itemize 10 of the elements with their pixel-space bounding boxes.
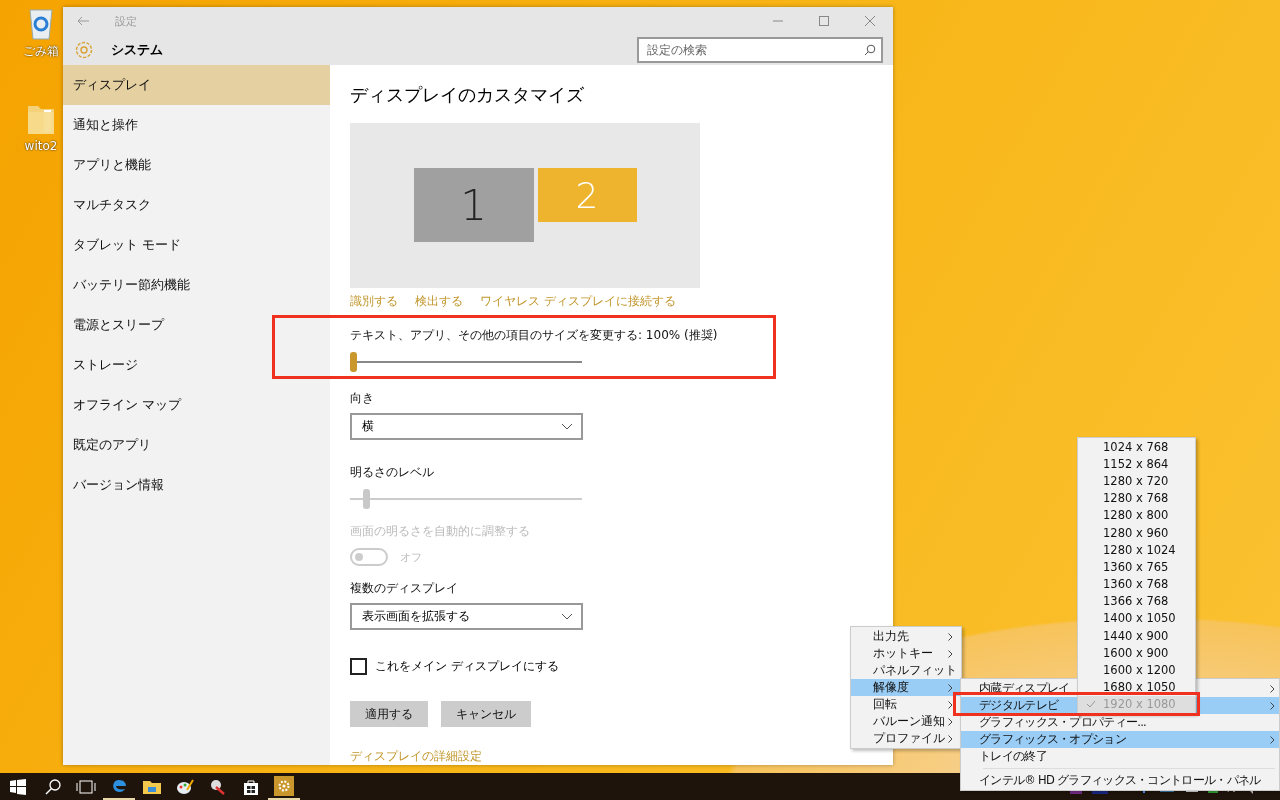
toggle-state: オフ <box>400 549 422 565</box>
checkbox-label: これをメイン ディスプレイにする <box>375 658 559 675</box>
setting-label: 画面の明るさを自動的に調整する <box>350 523 530 540</box>
setting-label: 明るさのレベル <box>350 464 434 481</box>
page-title: システム <box>111 41 163 59</box>
setting-label: 向き <box>350 390 374 407</box>
setting-label: 複数のディスプレイ <box>350 580 458 597</box>
setting-label: テキスト、アプリ、その他の項目のサイズを変更する: 100% (推奨) <box>350 327 719 344</box>
window-title: 設定 <box>115 13 137 29</box>
section-heading: ディスプレイのカスタマイズ <box>350 83 584 107</box>
